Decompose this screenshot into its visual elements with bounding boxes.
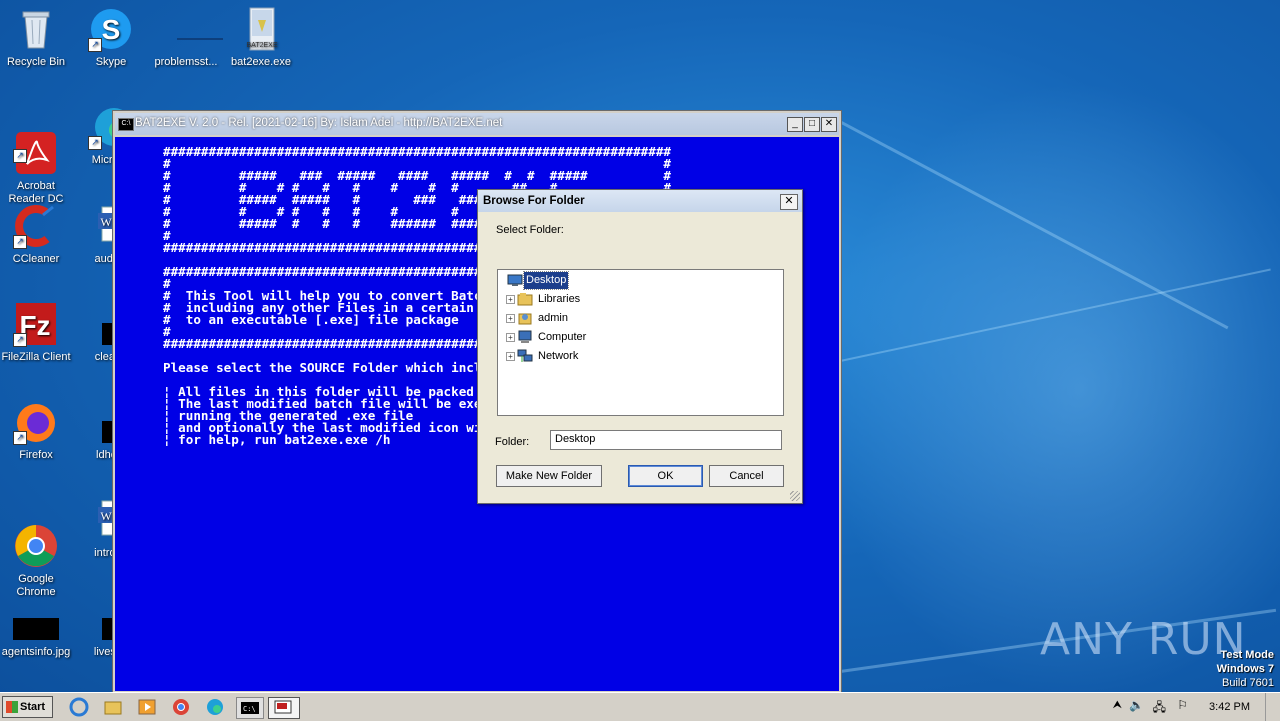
acrobat-icon: ↗ bbox=[13, 117, 59, 174]
folder-input[interactable]: Desktop bbox=[550, 430, 782, 450]
tree-item-label: admin bbox=[538, 312, 568, 324]
svg-text:S: S bbox=[102, 14, 121, 45]
select-folder-label: Select Folder: bbox=[496, 224, 564, 236]
bat2exe-icon: BAT2EXE bbox=[238, 6, 284, 52]
desktop-icon-label: Skype bbox=[95, 56, 127, 68]
document-icon bbox=[163, 6, 223, 52]
resize-grip-icon[interactable] bbox=[790, 491, 800, 501]
console-title: BAT2EXE V. 2.0 - Rel. [2021-02-16] By: I… bbox=[135, 117, 503, 129]
tree-item-label: Libraries bbox=[538, 293, 581, 305]
internet-explorer-icon[interactable] bbox=[68, 697, 90, 717]
desktop-icon-recycle-bin[interactable]: Recycle Bin bbox=[0, 6, 74, 69]
desktop-icon-firefox[interactable]: ↗ Firefox bbox=[0, 399, 74, 462]
ccleaner-icon: ↗ bbox=[13, 203, 59, 249]
test-mode-line: Windows 7 bbox=[1216, 663, 1274, 675]
taskbar: Start C:\ ⮝ 🔈 🖧 ⚐ 3:42 PM bbox=[0, 692, 1280, 721]
make-new-folder-button[interactable]: Make New Folder bbox=[496, 465, 602, 487]
desktop-icon-problemsst[interactable]: problemsst... bbox=[148, 6, 224, 69]
desktop-icon-label: bat2exe.exe bbox=[231, 56, 291, 68]
network-tray-icon[interactable]: 🖧 bbox=[1153, 698, 1166, 719]
folder-label: Folder: bbox=[495, 436, 530, 448]
desktop-folder-icon bbox=[507, 273, 523, 287]
shortcut-arrow-icon: ↗ bbox=[13, 333, 27, 347]
minimize-button[interactable]: _ bbox=[787, 117, 803, 132]
desktop-icon-filezilla[interactable]: Fz ↗ FileZilla Client bbox=[0, 301, 74, 364]
windows-logo-icon bbox=[6, 701, 18, 713]
filezilla-icon: Fz ↗ bbox=[13, 301, 59, 347]
action-center-icon[interactable]: ⚐ bbox=[1177, 698, 1188, 712]
ok-button[interactable]: OK bbox=[628, 465, 703, 487]
desktop-icon-label: Firefox bbox=[19, 449, 53, 461]
console-app-icon[interactable]: C:\ bbox=[118, 118, 134, 131]
desktop-icon-label: CCleaner bbox=[12, 253, 60, 265]
shortcut-arrow-icon: ↗ bbox=[88, 38, 102, 52]
dialog-title: Browse For Folder bbox=[483, 195, 585, 207]
chrome-icon bbox=[13, 510, 59, 567]
close-button[interactable]: ✕ bbox=[821, 117, 837, 132]
tree-item-label: Network bbox=[538, 350, 579, 362]
desktop-icon-bat2exe[interactable]: BAT2EXE bat2exe.exe bbox=[223, 6, 299, 69]
dialog-close-button[interactable]: ✕ bbox=[780, 194, 798, 210]
libraries-icon bbox=[517, 292, 533, 306]
shortcut-arrow-icon: ↗ bbox=[13, 431, 27, 445]
network-icon bbox=[517, 349, 533, 363]
folder-tree[interactable]: Desktop + Libraries + admin + Computer +… bbox=[497, 269, 784, 416]
desktop-icon-agentsinfo[interactable]: agentsinfo.jpg bbox=[0, 596, 74, 659]
desktop-icon-ccleaner[interactable]: ↗ CCleaner bbox=[0, 203, 74, 266]
show-desktop-button[interactable] bbox=[1265, 693, 1280, 721]
tree-item-label: Desktop bbox=[522, 271, 570, 290]
tree-item-label: Computer bbox=[538, 331, 587, 343]
edge-taskbar-icon[interactable] bbox=[204, 697, 226, 717]
firefox-icon: ↗ bbox=[13, 399, 59, 445]
anyrun-watermark: ANY RUN bbox=[1040, 614, 1247, 665]
desktop-icon-label: FileZilla Client bbox=[1, 351, 71, 363]
browse-for-folder-dialog[interactable]: Browse For Folder ✕ Select Folder: Deskt… bbox=[477, 189, 803, 504]
test-mode-line: Build 7601 bbox=[1222, 677, 1274, 689]
maximize-button[interactable]: □ bbox=[804, 117, 820, 132]
desktop-icon-label: Recycle Bin bbox=[6, 56, 66, 68]
desktop-icon-skype[interactable]: S ↗ Skype bbox=[73, 6, 149, 69]
svg-text:W: W bbox=[100, 509, 112, 523]
recycle-bin-icon bbox=[13, 6, 59, 52]
shortcut-arrow-icon: ↗ bbox=[13, 149, 27, 163]
volume-icon[interactable]: 🔈 bbox=[1129, 698, 1144, 712]
svg-text:BAT2EXE: BAT2EXE bbox=[247, 42, 278, 49]
expand-icon[interactable]: + bbox=[506, 295, 515, 304]
dialog-titlebar[interactable]: Browse For Folder ✕ bbox=[478, 190, 802, 212]
computer-icon bbox=[517, 330, 533, 344]
desktop-icon-label: problemsst... bbox=[154, 56, 218, 68]
expand-icon[interactable]: + bbox=[506, 314, 515, 323]
svg-text:W: W bbox=[100, 215, 112, 229]
svg-text:C:\: C:\ bbox=[243, 705, 256, 713]
bat2exe-taskbar-button[interactable] bbox=[268, 697, 300, 719]
desktop-icon-label: agentsinfo.jpg bbox=[1, 646, 71, 658]
expand-icon[interactable]: + bbox=[506, 333, 515, 342]
console-taskbar-button[interactable]: C:\ bbox=[236, 697, 264, 719]
cancel-button[interactable]: Cancel bbox=[709, 465, 784, 487]
test-mode-line: Test Mode bbox=[1220, 649, 1274, 661]
start-label: Start bbox=[20, 701, 46, 713]
watermark-text: ANY RUN bbox=[1040, 614, 1247, 665]
expand-icon[interactable]: + bbox=[506, 352, 515, 361]
chrome-taskbar-icon[interactable] bbox=[170, 697, 192, 717]
console-titlebar[interactable]: C:\ BAT2EXE V. 2.0 - Rel. [2021-02-16] B… bbox=[115, 113, 839, 135]
media-player-icon[interactable] bbox=[136, 697, 158, 717]
show-hidden-icons-icon[interactable]: ⮝ bbox=[1113, 699, 1122, 712]
clock[interactable]: 3:42 PM bbox=[1200, 701, 1250, 713]
skype-icon: S ↗ bbox=[88, 6, 134, 52]
thumbnail-icon bbox=[13, 596, 59, 642]
wallpaper-glow bbox=[820, 80, 1280, 700]
shortcut-arrow-icon: ↗ bbox=[13, 235, 27, 249]
test-mode-text: Test Mode Windows 7 Build 7601 bbox=[1217, 648, 1274, 690]
desktop-icon-acrobat[interactable]: ↗ Acrobat Reader DC bbox=[0, 104, 74, 219]
shortcut-arrow-icon: ↗ bbox=[88, 136, 102, 150]
start-button[interactable]: Start bbox=[2, 696, 53, 718]
user-folder-icon bbox=[517, 311, 533, 325]
explorer-icon[interactable] bbox=[102, 697, 124, 717]
desktop-icon-chrome[interactable]: Google Chrome bbox=[0, 497, 74, 612]
